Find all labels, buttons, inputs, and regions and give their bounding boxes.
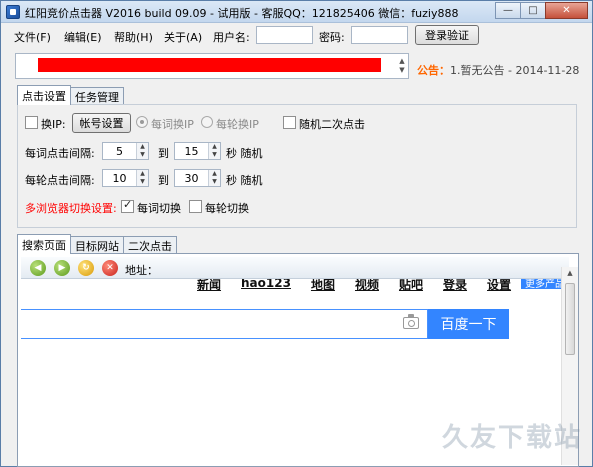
maximize-button[interactable]: □ [520,2,546,19]
baidu-link-login[interactable]: 登录 [443,279,467,293]
minimize-button[interactable]: — [495,2,521,19]
multi-browser-label: 多浏览器切换设置: [25,202,117,215]
password-label: 密码: [319,31,345,44]
watermark: 久友下载站 [441,423,582,453]
app-icon [6,5,20,19]
per-word-max-value: 15 [184,145,199,158]
login-verify-button[interactable]: 登录验证 [415,25,479,45]
per-word-interval-label: 每词点击间隔: [25,147,95,160]
menu-bar: 文件(F) 编辑(E) 帮助(H) 关于(A) 用户名: 密码: 登录验证 [1,24,592,48]
baidu-search-button[interactable]: 百度一下 [428,309,509,339]
browser-toolbar: ◀ ▶ ↻ ✕ 地址： [21,257,569,279]
per-round-min-value: 10 [112,172,127,185]
baidu-link-tieba[interactable]: 贴吧 [399,279,423,293]
ad-banner[interactable] [38,58,381,72]
radio-per-round-ip-label: 每轮换IP [216,118,259,131]
forward-arrow-icon[interactable]: ▶ [54,260,70,276]
menu-about[interactable]: 关于(A) [164,29,202,45]
ad-banner-box [15,53,409,79]
radio-per-word-ip-label: 每词换IP [151,118,194,131]
stop-icon[interactable]: ✕ [102,260,118,276]
baidu-link-hao123[interactable]: hao123 [241,279,291,293]
username-input[interactable] [256,26,313,44]
menu-file[interactable]: 文件(F) [14,29,51,45]
to-label: 到 [158,147,169,160]
close-button[interactable]: ✕ [545,2,588,19]
per-word-min-value: 5 [116,145,123,158]
scroll-up-icon[interactable]: ▲ [564,269,576,279]
random-second-click-checkbox[interactable] [283,116,296,129]
window-controls: — □ ✕ [495,2,588,19]
window-title: 红阳竞价点击器 V2016 build 09.09 - 试用版 - 客服QQ：1… [25,7,459,20]
camera-icon[interactable] [403,314,419,329]
password-input[interactable] [351,26,408,44]
settings-tabs: 点击设置 任务管理 [17,85,124,105]
baidu-link-settings[interactable]: 设置 [487,279,511,293]
switch-per-word-label: 每词切换 [137,202,181,215]
username-label: 用户名: [213,31,250,44]
baidu-search-input[interactable] [21,309,428,339]
stepper-arrows-icon[interactable]: ▲ ▼ [208,143,220,159]
baidu-link-map[interactable]: 地图 [311,279,335,293]
per-round-max-stepper[interactable]: 30 ▲ ▼ [174,169,221,187]
tab-task-management[interactable]: 任务管理 [70,87,124,105]
tab-second-click[interactable]: 二次点击 [123,236,177,254]
notice-area: 公告：1.暂无公告 - 2014-11-28 [417,62,579,78]
browser-tabs: 搜索页面 目标网站 二次点击 [17,234,177,254]
scroll-thumb[interactable] [565,283,575,355]
notice-text: 1.暂无公告 - 2014-11-28 [450,64,580,77]
radio-per-word-ip[interactable] [136,116,148,128]
account-settings-button[interactable]: 帐号设置 [72,113,131,133]
per-word-max-stepper[interactable]: 15 ▲ ▼ [174,142,221,160]
stepper-arrows-icon[interactable]: ▲ ▼ [136,170,148,186]
app-window: 红阳竞价点击器 V2016 build 09.09 - 试用版 - 客服QQ：1… [0,0,593,467]
per-word-min-stepper[interactable]: 5 ▲ ▼ [102,142,149,160]
switch-per-round-checkbox[interactable] [189,200,202,213]
menu-help[interactable]: 帮助(H) [114,29,153,45]
more-products-button[interactable]: 更多产品 [521,279,561,289]
address-label: 地址： [125,264,158,277]
seconds-random-label: 秒 随机 [226,174,263,187]
stepper-arrows-icon[interactable]: ▲ ▼ [208,170,220,186]
baidu-nav-links: 新闻 hao123 地图 视频 贴吧 登录 设置 [197,279,511,293]
notice-header: 公告： [417,64,450,77]
back-arrow-icon[interactable]: ◀ [30,260,46,276]
random-second-click-label: 随机二次点击 [299,118,365,131]
baidu-link-video[interactable]: 视频 [355,279,379,293]
per-round-interval-label: 每轮点击间隔: [25,174,95,187]
radio-per-round-ip[interactable] [201,116,213,128]
change-ip-label: 换IP: [41,118,66,131]
banner-scroll-arrows[interactable]: ▲ ▼ [397,57,407,77]
menu-edit[interactable]: 编辑(E) [64,29,102,45]
per-round-min-stepper[interactable]: 10 ▲ ▼ [102,169,149,187]
title-bar[interactable]: 红阳竞价点击器 V2016 build 09.09 - 试用版 - 客服QQ：1… [1,1,592,23]
baidu-link-news[interactable]: 新闻 [197,279,221,293]
per-round-max-value: 30 [184,172,199,185]
seconds-random-label: 秒 随机 [226,147,263,160]
tab-search-page[interactable]: 搜索页面 [17,234,71,254]
to-label: 到 [158,174,169,187]
switch-per-round-label: 每轮切换 [205,202,249,215]
switch-per-word-checkbox[interactable] [121,198,134,213]
tab-click-settings[interactable]: 点击设置 [17,85,71,105]
refresh-icon[interactable]: ↻ [78,260,94,276]
tab-target-site[interactable]: 目标网站 [70,236,124,254]
change-ip-checkbox[interactable] [25,116,38,129]
stepper-arrows-icon[interactable]: ▲ ▼ [136,143,148,159]
